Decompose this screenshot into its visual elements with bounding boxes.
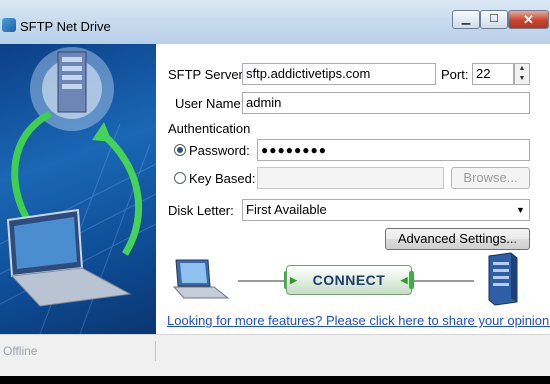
dropdown-arrow-icon[interactable]: ▼ bbox=[512, 200, 529, 220]
password-label: Password: bbox=[189, 143, 250, 158]
keyfile-input[interactable] bbox=[257, 167, 444, 189]
arrow-left-icon: ◀ bbox=[400, 275, 408, 285]
password-radio[interactable] bbox=[174, 144, 186, 156]
connect-button[interactable]: ▶ CONNECT ◀ bbox=[286, 265, 412, 295]
connection-form: SFTP Server sftp.addictivetips.com Port:… bbox=[156, 44, 550, 334]
password-input[interactable]: ●●●●●●●● bbox=[257, 139, 530, 161]
username-label: User Name: bbox=[175, 96, 245, 111]
maximize-button[interactable]: ☐ bbox=[480, 10, 508, 29]
connect-label: CONNECT bbox=[312, 272, 386, 288]
disk-letter-value: First Available bbox=[246, 202, 327, 217]
server-icon bbox=[488, 252, 518, 306]
username-input[interactable]: admin bbox=[242, 92, 530, 114]
server-icon bbox=[57, 51, 87, 113]
close-button[interactable]: ✕ bbox=[508, 10, 549, 29]
network-illustration bbox=[0, 47, 156, 334]
port-label: Port: bbox=[441, 67, 469, 82]
minimize-button[interactable]: ▁ bbox=[452, 10, 480, 29]
title-bar[interactable]: SFTP Net Drive ▁ ☐ ✕ bbox=[0, 0, 550, 44]
disk-letter-label: Disk Letter: bbox=[168, 203, 234, 218]
advanced-settings-button[interactable]: Advanced Settings... bbox=[385, 228, 530, 250]
port-spinner[interactable]: ▲ ▼ bbox=[514, 63, 530, 85]
window-title: SFTP Net Drive bbox=[20, 19, 111, 34]
browse-button[interactable]: Browse... bbox=[451, 167, 530, 189]
laptop-icon bbox=[172, 259, 230, 299]
keybased-label: Key Based: bbox=[189, 171, 256, 186]
branding-illustration bbox=[0, 44, 156, 334]
server-input[interactable]: sftp.addictivetips.com bbox=[242, 63, 436, 85]
spin-up-icon[interactable]: ▲ bbox=[515, 64, 529, 74]
sync-arrow-icon bbox=[11, 110, 52, 226]
status-bar: Offline bbox=[0, 334, 550, 376]
disk-letter-select[interactable]: First Available ▼ bbox=[242, 199, 530, 221]
authentication-heading: Authentication bbox=[168, 121, 251, 136]
connection-line-left bbox=[238, 280, 286, 282]
keybased-radio[interactable] bbox=[174, 172, 186, 184]
app-window: SFTP Net Drive ▁ ☐ ✕ SFTP Server sftp.ad… bbox=[0, 0, 550, 376]
server-label: SFTP Server bbox=[168, 67, 243, 82]
port-input[interactable]: 22 bbox=[472, 63, 514, 85]
screen-edge bbox=[0, 376, 550, 384]
feedback-link[interactable]: Looking for more features? Please click … bbox=[167, 313, 550, 328]
spin-down-icon[interactable]: ▼ bbox=[515, 74, 529, 84]
connection-line-right bbox=[414, 280, 474, 282]
app-icon bbox=[2, 18, 16, 32]
laptop-icon bbox=[6, 208, 132, 307]
arrow-right-icon: ▶ bbox=[290, 275, 298, 285]
connection-status: Offline bbox=[3, 344, 38, 358]
